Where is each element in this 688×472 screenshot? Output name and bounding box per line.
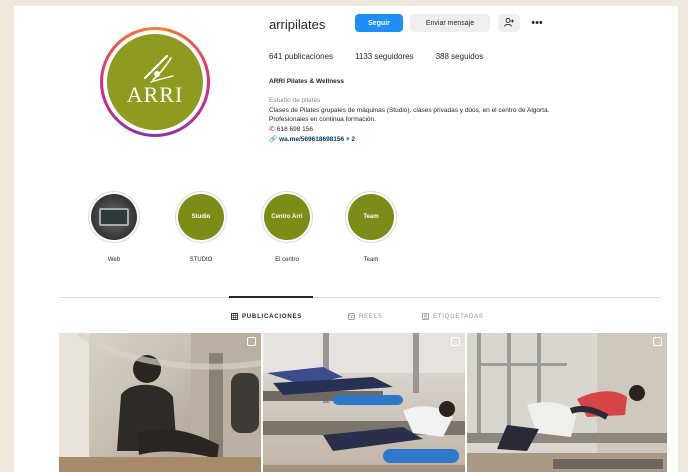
bio-link-text: wa.me/56961869815​6 + 2	[279, 136, 356, 143]
suggest-user-button[interactable]	[498, 14, 520, 32]
post-thumbnail[interactable]	[467, 333, 667, 472]
active-tab-indicator	[229, 296, 313, 298]
message-button[interactable]: Enviar mensaje	[410, 14, 490, 32]
phone-line[interactable]: ✆ 618 698 156	[269, 125, 313, 133]
followers-count[interactable]: 1133 seguidores	[355, 52, 414, 61]
phone-number: 618 698 156	[276, 126, 314, 133]
username: arripilates	[269, 17, 326, 32]
bio-line-1: Clases de Pilates grupales de máquinas (…	[269, 107, 550, 114]
highlight-cover-text: Studio	[178, 194, 224, 240]
tab-etiquetadas[interactable]: ETIQUETADAS	[422, 313, 484, 320]
following-count[interactable]: 388 seguidos	[436, 52, 484, 61]
more-options-button[interactable]: •••	[527, 16, 547, 30]
highlight-cover-text: Centro Arri	[264, 194, 310, 240]
phone-icon: ✆	[269, 126, 275, 133]
highlight-cover-text: Team	[348, 194, 394, 240]
highlight-label: Team	[363, 257, 379, 263]
post-thumbnail[interactable]	[263, 333, 465, 472]
highlight-team[interactable]: Team Team	[341, 191, 401, 263]
tab-label: PUBLICACIONES	[242, 313, 303, 320]
tabs-divider	[59, 297, 660, 298]
avatar-logo-text: ARRI	[126, 82, 184, 107]
reels-icon	[348, 313, 355, 320]
highlight-label: Web	[107, 257, 121, 263]
multi-post-icon	[247, 337, 256, 346]
avatar-image: ARRI	[107, 34, 203, 130]
tab-publicaciones[interactable]: PUBLICACIONES	[231, 313, 302, 320]
grid-icon	[231, 313, 238, 320]
highlight-el-centro[interactable]: Centro Arri El centro	[257, 191, 317, 263]
post-image-3	[467, 333, 667, 472]
highlight-label: STUDIO	[189, 257, 213, 263]
profile-stats: 641 publicaciones 1133 seguidores 388 se…	[269, 52, 483, 61]
post-image-2	[263, 333, 465, 472]
follow-button[interactable]: Seguir	[355, 14, 403, 32]
full-name: ARRI Pilates & Wellness	[269, 78, 345, 85]
post-image-1	[59, 333, 261, 472]
multi-post-icon	[653, 337, 662, 346]
multi-post-icon	[451, 337, 460, 346]
highlight-studio[interactable]: Studio STUDIO	[171, 191, 231, 263]
profile-page: ARRI arripilates Seguir Enviar mensaje •…	[14, 6, 678, 472]
post-thumbnail[interactable]	[59, 333, 261, 472]
tab-label: REELS	[359, 313, 383, 320]
highlight-label: El centro	[275, 257, 299, 263]
tagged-icon	[422, 313, 429, 320]
link-icon: 🔗	[269, 136, 278, 143]
tab-label: ETIQUETADAS	[433, 313, 484, 320]
monitor-icon	[99, 208, 129, 226]
posts-count[interactable]: 641 publicaciones	[269, 52, 333, 61]
bio-line-2: Profesionales en continua formación.	[269, 116, 376, 123]
profile-avatar[interactable]: ARRI	[100, 27, 210, 137]
highlight-web-cover	[91, 194, 137, 240]
highlight-web[interactable]: Web	[84, 191, 144, 263]
add-user-icon	[504, 17, 514, 27]
tab-reels[interactable]: REELS	[348, 313, 383, 320]
category-label: Estudio de pilates	[269, 97, 321, 104]
bio-link[interactable]: 🔗 wa.me/56961869815​6 + 2	[269, 135, 355, 143]
